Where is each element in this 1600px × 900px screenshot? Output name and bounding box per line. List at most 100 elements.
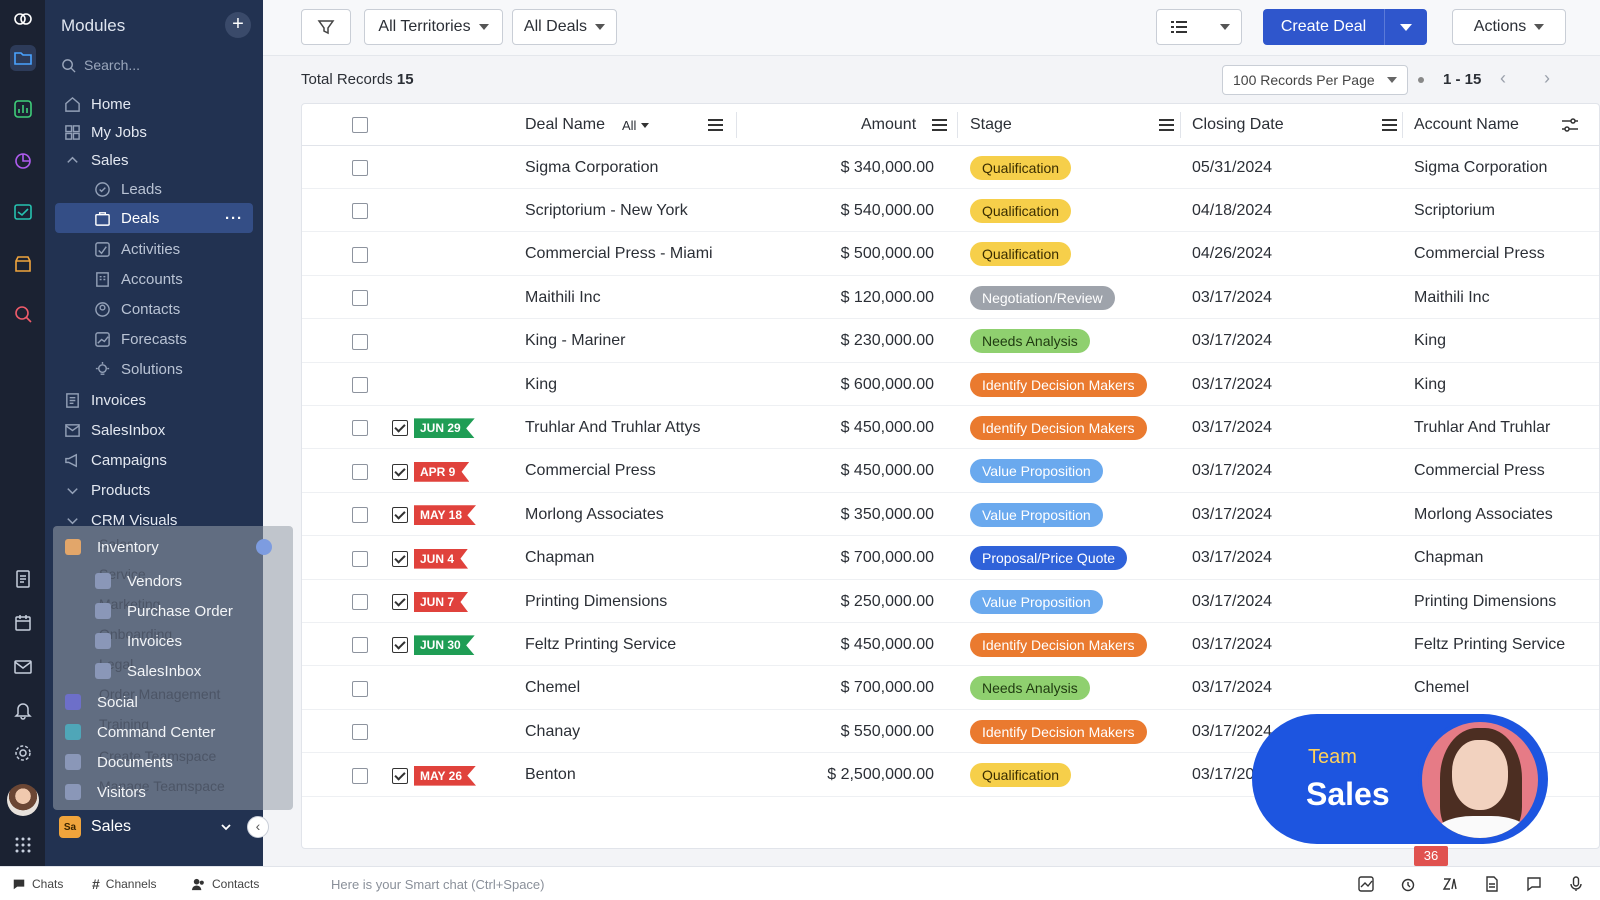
table-row[interactable]: Maithili Inc $ 120,000.00 Negotiation/Revi…: [302, 276, 1599, 320]
microphone-icon[interactable]: [1568, 876, 1584, 892]
deal-name-link[interactable]: Morlong Associates: [525, 493, 664, 536]
account-name-link[interactable]: Morlong Associates: [1414, 493, 1553, 536]
sidebar-item-contacts[interactable]: Contacts: [55, 295, 253, 323]
task-check-icon[interactable]: [392, 550, 408, 567]
deal-name-link[interactable]: Feltz Printing Service: [525, 623, 676, 666]
sidebar-item-activities[interactable]: Activities: [55, 235, 253, 263]
deal-name-link[interactable]: Printing Dimensions: [525, 580, 667, 623]
deal-name-link[interactable]: Chemel: [525, 667, 580, 710]
chart-icon[interactable]: [1358, 876, 1374, 892]
sidebar-item-leads[interactable]: Leads: [55, 175, 253, 203]
apps-grid-icon[interactable]: [10, 832, 36, 858]
create-deal-dropdown[interactable]: [1385, 9, 1427, 45]
filter-button[interactable]: [301, 9, 351, 45]
menu-item-purchase-order[interactable]: Purchase Order: [83, 597, 233, 625]
add-module-button[interactable]: +: [225, 12, 251, 38]
sidebar-item-home[interactable]: Home: [55, 90, 253, 118]
next-page-icon[interactable]: ›: [1544, 68, 1550, 89]
table-row[interactable]: King $ 600,000.00 Identify Decision Makers…: [302, 363, 1599, 406]
table-row[interactable]: JUN 7 Printing Dimensions $ 250,000.00 Valu…: [302, 580, 1599, 623]
menu-item-social[interactable]: Social: [53, 688, 138, 716]
menu-item-documents[interactable]: Documents: [53, 748, 173, 776]
row-checkbox[interactable]: [352, 724, 368, 741]
deal-name-link[interactable]: Chanay: [525, 710, 580, 753]
sidebar-item-my-jobs[interactable]: My Jobs: [55, 118, 253, 146]
notes-icon[interactable]: [10, 566, 36, 592]
gear-icon[interactable]: [10, 740, 36, 766]
task-check-icon[interactable]: [392, 507, 408, 524]
select-all-checkbox[interactable]: [352, 117, 368, 133]
column-deal-name[interactable]: Deal Name: [525, 104, 605, 146]
sidebar-search[interactable]: Search...: [61, 52, 251, 78]
account-name-link[interactable]: Scriptorium: [1414, 189, 1495, 232]
deal-name-link[interactable]: Commercial Press: [525, 450, 656, 493]
deal-name-link[interactable]: Commercial Press - Miami: [525, 233, 713, 276]
create-deal-label[interactable]: Create Deal: [1263, 9, 1385, 45]
row-checkbox[interactable]: [352, 203, 368, 220]
deal-name-link[interactable]: King - Mariner: [525, 320, 625, 363]
row-checkbox[interactable]: [352, 507, 368, 524]
mail-icon[interactable]: [10, 654, 36, 680]
zia-icon[interactable]: [1442, 876, 1458, 892]
document-icon[interactable]: [1484, 876, 1500, 892]
account-name-link[interactable]: Maithili Inc: [1414, 276, 1490, 319]
account-name-link[interactable]: Sigma Corporation: [1414, 146, 1547, 189]
table-row[interactable]: MAY 18 Morlong Associates $ 350,000.00 Valu…: [302, 493, 1599, 537]
sidebar-item-forecasts[interactable]: Forecasts: [55, 325, 253, 353]
deal-name-link[interactable]: Truhlar And Truhlar Attys: [525, 406, 700, 449]
row-checkbox[interactable]: [352, 767, 368, 784]
column-closing-date[interactable]: Closing Date: [1192, 104, 1284, 146]
alarm-icon[interactable]: [1400, 876, 1416, 892]
table-row[interactable]: JUN 29 Truhlar And Truhlar Attys $ 450,000…: [302, 406, 1599, 450]
row-checkbox[interactable]: [352, 377, 368, 393]
table-row[interactable]: King - Mariner $ 230,000.00 Needs Analysis…: [302, 320, 1599, 363]
bell-icon[interactable]: [10, 697, 36, 723]
sidebar-item-invoices[interactable]: Invoices: [55, 386, 253, 414]
sidebar-item-products[interactable]: Products: [55, 476, 253, 504]
teamspace-switcher[interactable]: Sa Sales: [55, 812, 233, 842]
row-checkbox[interactable]: [352, 550, 368, 567]
account-name-link[interactable]: King: [1414, 363, 1446, 406]
deal-name-filter[interactable]: All: [622, 104, 650, 146]
account-name-link[interactable]: Commercial Press: [1414, 233, 1545, 276]
account-name-link[interactable]: Feltz Printing Service: [1414, 623, 1565, 666]
deals-view-dropdown[interactable]: All Deals: [512, 9, 617, 45]
records-per-page-dropdown[interactable]: 100 Records Per Page: [1222, 65, 1408, 95]
sidebar-item-campaigns[interactable]: Campaigns: [55, 446, 253, 474]
menu-item-salesinbox[interactable]: SalesInbox: [83, 657, 201, 685]
menu-item-command-center[interactable]: Command Center: [53, 718, 215, 746]
column-amount[interactable]: Amount: [861, 104, 916, 146]
collapse-sidebar-button[interactable]: ‹: [247, 816, 269, 838]
row-checkbox[interactable]: [352, 463, 368, 480]
sidebar-item-solutions[interactable]: Solutions: [55, 355, 253, 383]
pie-chart-icon[interactable]: [10, 148, 36, 174]
table-row[interactable]: JUN 30 Feltz Printing Service $ 450,000.00…: [302, 623, 1599, 667]
comment-icon[interactable]: [1526, 876, 1542, 892]
table-row[interactable]: APR 9 Commercial Press $ 450,000.00 Value P…: [302, 450, 1599, 493]
task-check-icon[interactable]: [392, 420, 408, 437]
account-name-link[interactable]: Chemel: [1414, 667, 1469, 710]
account-name-link[interactable]: Chapman: [1414, 537, 1483, 580]
actions-dropdown[interactable]: Actions: [1452, 9, 1566, 45]
territories-dropdown[interactable]: All Territories: [364, 9, 503, 45]
more-options-icon[interactable]: ···: [225, 210, 243, 227]
store-icon[interactable]: [10, 251, 36, 277]
sidebar-item-deals[interactable]: Deals ···: [55, 203, 253, 233]
task-check-icon[interactable]: [392, 463, 408, 480]
channels-button[interactable]: # Channels: [92, 867, 157, 900]
account-name-link[interactable]: King: [1414, 320, 1446, 363]
sidebar-item-sales[interactable]: Sales: [55, 146, 253, 174]
column-settings[interactable]: [1560, 104, 1580, 146]
analytics-icon[interactable]: [10, 96, 36, 122]
previous-page-icon[interactable]: ‹: [1500, 68, 1506, 89]
deal-name-link[interactable]: Sigma Corporation: [525, 146, 658, 189]
task-check-icon[interactable]: [392, 594, 408, 610]
chats-button[interactable]: Chats: [12, 867, 63, 900]
table-row[interactable]: Commercial Press - Miami $ 500,000.00 Qual…: [302, 233, 1599, 276]
deal-name-link[interactable]: Benton: [525, 754, 576, 797]
menu-item-inventory[interactable]: Inventory: [53, 533, 159, 561]
calendar-icon[interactable]: [10, 610, 36, 636]
row-checkbox[interactable]: [352, 290, 368, 307]
column-stage[interactable]: Stage: [970, 104, 1012, 146]
deal-name-link[interactable]: Scriptorium - New York: [525, 189, 688, 232]
